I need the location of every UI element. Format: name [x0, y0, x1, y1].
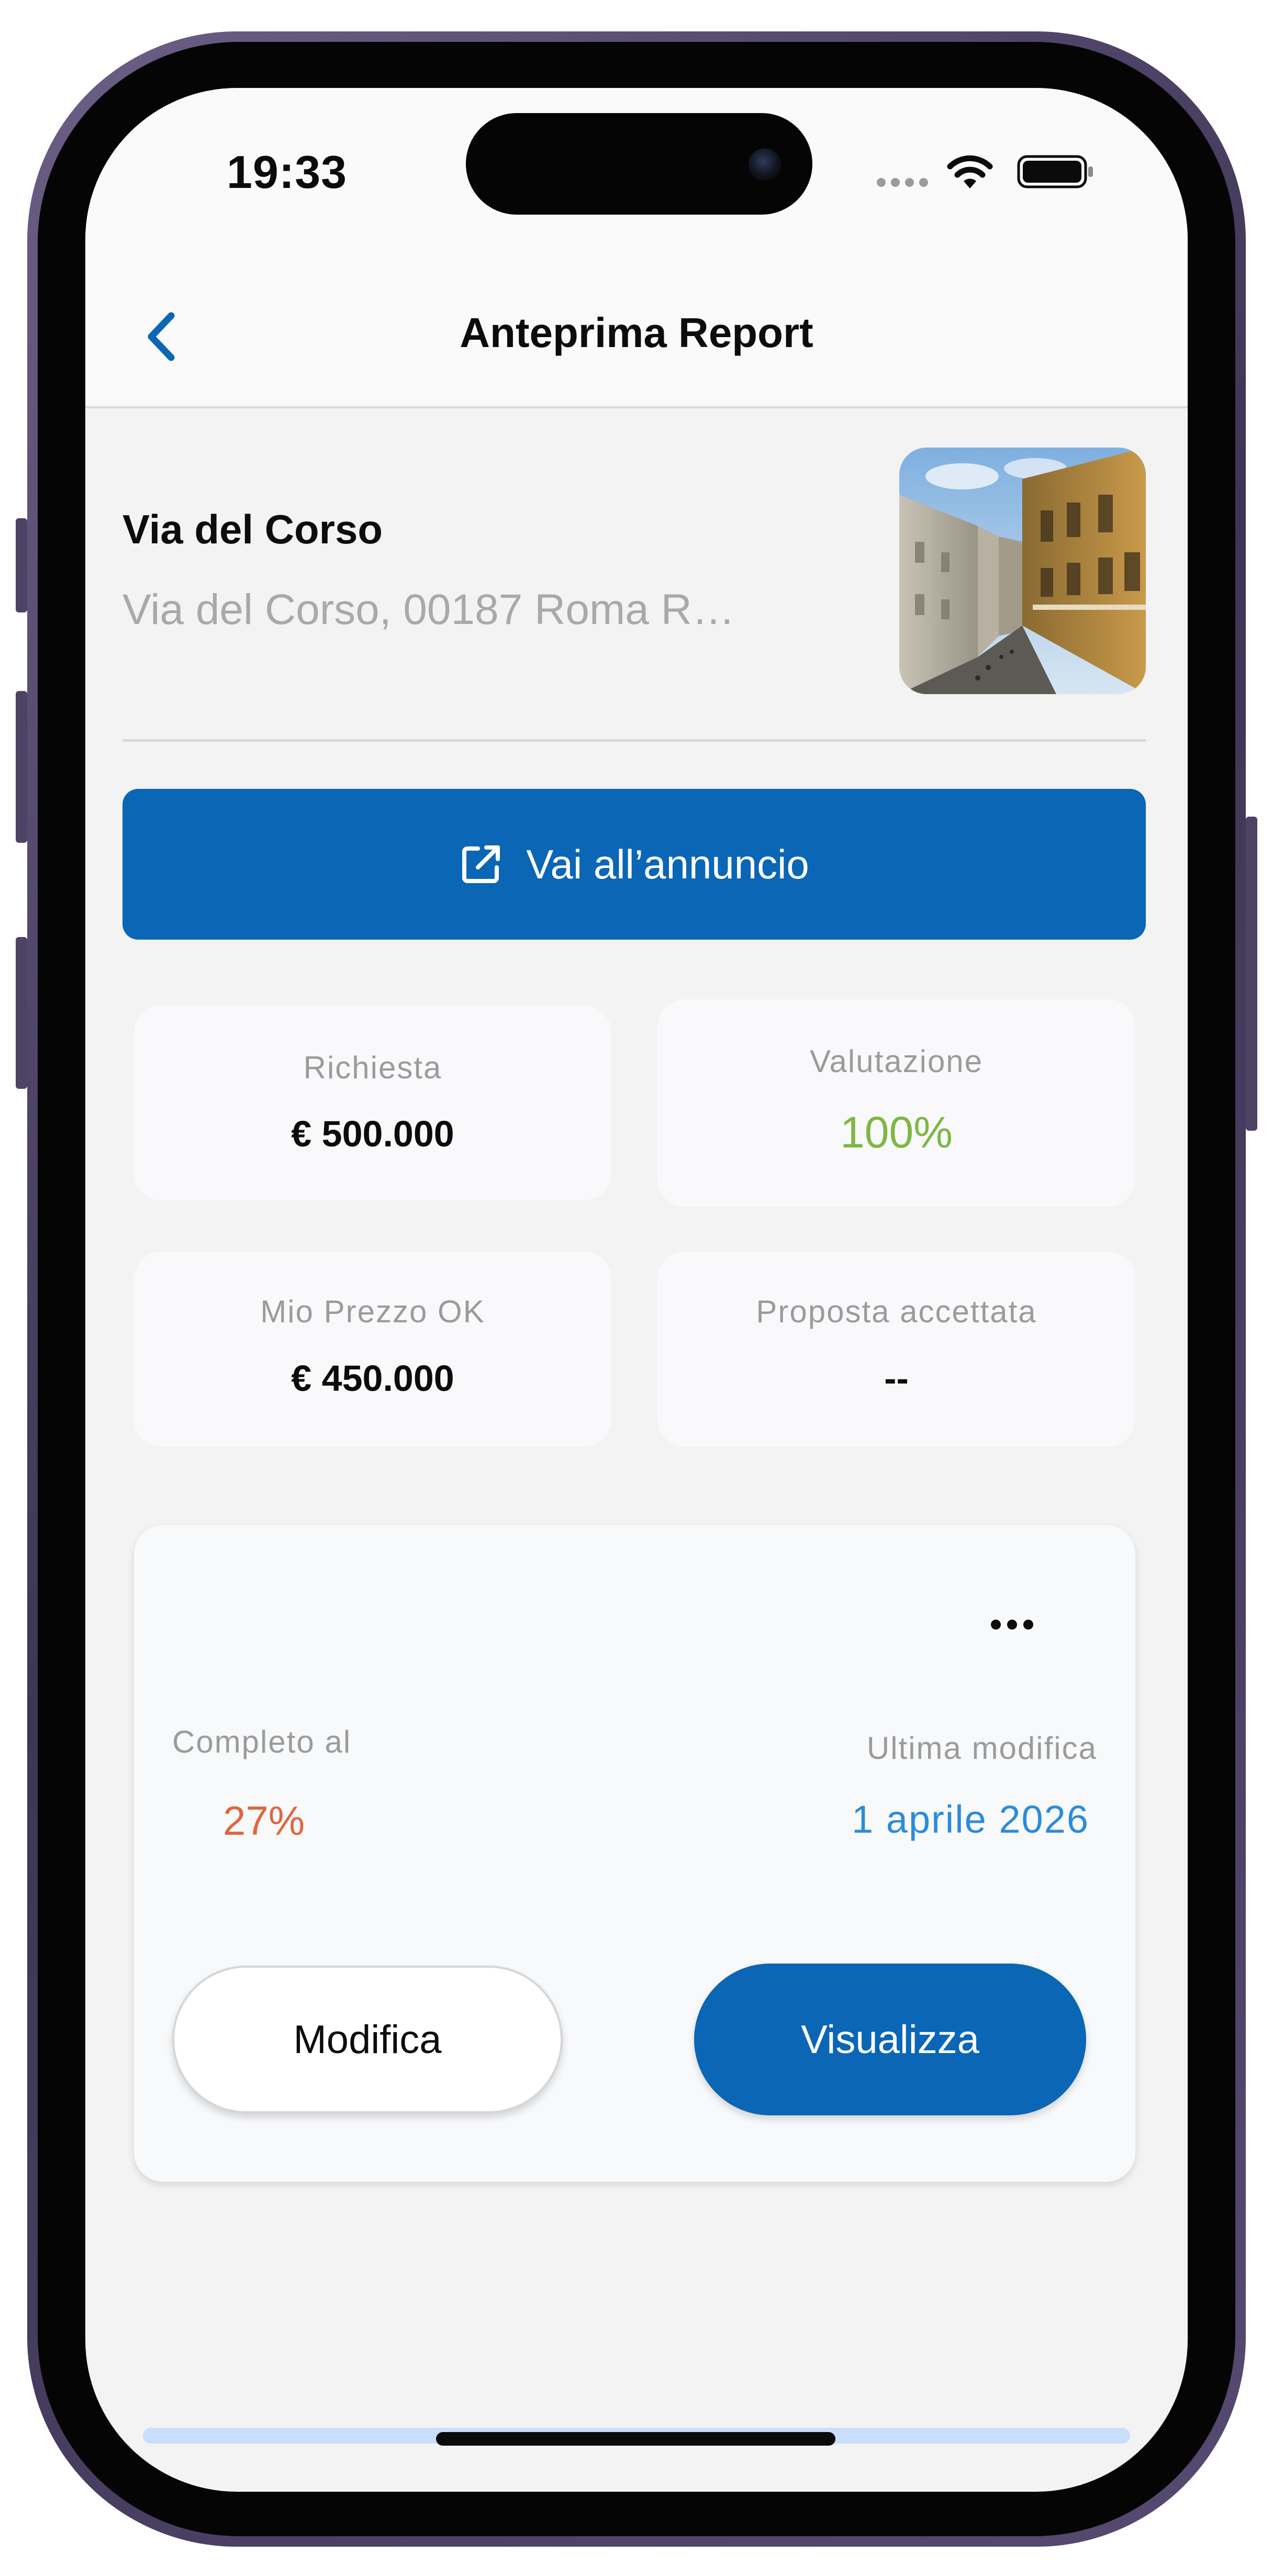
- external-link-icon: [462, 845, 500, 883]
- front-camera-icon: [749, 148, 781, 181]
- completion-label: Completo al: [172, 1724, 352, 1759]
- property-address: Via del Corso, 00187 Roma R…: [122, 586, 735, 633]
- edit-button[interactable]: Modifica: [172, 1966, 563, 2113]
- property-thumbnail[interactable]: [899, 448, 1146, 694]
- signal-dots-icon: [877, 178, 928, 187]
- street-photo: [899, 448, 1146, 694]
- stat-label: Richiesta: [303, 1050, 442, 1085]
- app-screen: 19:33 Anteprima Report Via del Corso Via…: [85, 88, 1188, 2492]
- power-button: [1246, 817, 1257, 1131]
- stat-card-mio-prezzo: Mio Prezzo OK € 450.000: [134, 1252, 611, 1446]
- stat-card-valutazione: Valutazione 100%: [657, 999, 1135, 1207]
- ellipsis-icon: [990, 1619, 1001, 1630]
- stat-value: € 500.000: [291, 1113, 454, 1154]
- battery-full-icon: [1017, 155, 1093, 188]
- view-button[interactable]: Visualizza: [694, 1964, 1086, 2115]
- dynamic-island: [466, 113, 812, 215]
- stat-label: Valutazione: [809, 1044, 984, 1079]
- stat-card-proposta: Proposta accettata --: [657, 1252, 1135, 1446]
- section-divider: [122, 739, 1146, 742]
- stat-label: Mio Prezzo OK: [260, 1294, 485, 1329]
- completion-value: 27%: [223, 1798, 305, 1844]
- property-name: Via del Corso: [122, 506, 383, 552]
- stat-card-richiesta: Richiesta € 500.000: [134, 1006, 611, 1200]
- wifi-icon: [947, 155, 993, 188]
- volume-up-button: [16, 691, 27, 843]
- view-button-label: Visualizza: [801, 2017, 979, 2062]
- go-to-listing-button[interactable]: Vai all’annuncio: [122, 789, 1146, 940]
- stat-label: Proposta accettata: [756, 1294, 1037, 1329]
- home-indicator[interactable]: [436, 2432, 835, 2446]
- last-modified-label: Ultima modifica: [866, 1731, 1097, 1766]
- stat-value: € 450.000: [291, 1358, 454, 1399]
- stat-value: --: [884, 1358, 909, 1399]
- action-button: [16, 518, 27, 612]
- header-bar: 19:33 Anteprima Report: [85, 88, 1188, 408]
- stat-value: 100%: [840, 1108, 953, 1157]
- more-options-button[interactable]: [975, 1598, 1048, 1651]
- report-card: Completo al 27% Ultima modifica 1 aprile…: [134, 1525, 1135, 2182]
- status-time: 19:33: [227, 146, 348, 198]
- page-title: Anteprima Report: [460, 309, 813, 356]
- go-to-listing-label: Vai all’annuncio: [526, 841, 809, 887]
- edit-button-label: Modifica: [293, 2017, 442, 2062]
- device-frame: 19:33 Anteprima Report Via del Corso Via…: [0, 0, 1273, 2576]
- last-modified-date: 1 aprile 2026: [852, 1798, 1089, 1841]
- volume-down-button: [16, 937, 27, 1089]
